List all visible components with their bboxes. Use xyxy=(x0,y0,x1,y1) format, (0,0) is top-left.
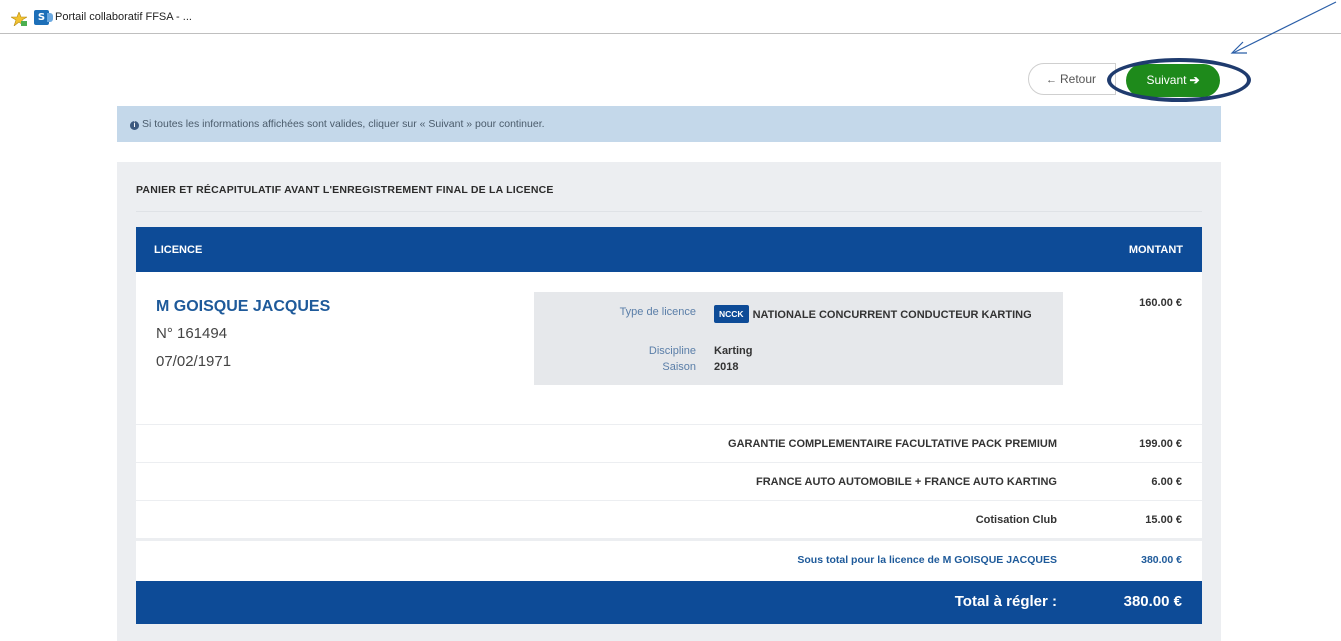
info-alert-text: Si toutes les informations affichées son… xyxy=(142,118,545,130)
retour-button[interactable]: ← Retour xyxy=(1028,63,1116,95)
info-icon: i xyxy=(130,121,139,130)
saison-value: 2018 xyxy=(714,361,739,373)
browser-favorites-bar: S Portail collaboratif FFSA - ... xyxy=(0,0,1341,34)
type-licence-value: NCCK NATIONALE CONCURRENT CONDUCTEUR KART… xyxy=(714,305,1044,323)
licence-type-text: NATIONALE CONCURRENT CONDUCTEUR KARTING xyxy=(752,309,1032,321)
column-header-montant: MONTANT xyxy=(1128,244,1183,256)
retour-label: Retour xyxy=(1060,72,1097,86)
licence-amount: 160.00 € xyxy=(1139,297,1182,309)
panel-title: PANIER ET RÉCAPITULATIF AVANT L'ENREGIST… xyxy=(136,184,554,196)
annotation-highlight-ring xyxy=(1107,58,1251,102)
column-header-licence: LICENCE xyxy=(154,244,203,256)
table-header: LICENCE MONTANT xyxy=(136,227,1202,272)
discipline-label: Discipline xyxy=(648,345,696,357)
licensee-name: M GOISQUE JACQUES xyxy=(156,298,331,315)
line-item-description: GARANTIE COMPLEMENTAIRE FACULTATIVE PACK… xyxy=(728,438,1057,450)
licensee-number: N° 161494 xyxy=(156,325,228,342)
line-item-description: FRANCE AUTO AUTOMOBILE + FRANCE AUTO KAR… xyxy=(756,476,1057,488)
panel-divider xyxy=(136,211,1202,212)
type-licence-label: Type de licence xyxy=(619,306,696,318)
line-item-amount: 6.00 € xyxy=(1151,476,1182,488)
licence-row: M GOISQUE JACQUES N° 161494 07/02/1971 T… xyxy=(136,272,1202,424)
licensee-birthdate: 07/02/1971 xyxy=(156,353,232,370)
licence-details: Type de licence NCCK NATIONALE CONCURRENT… xyxy=(534,292,1063,385)
line-item-row: Cotisation Club 15.00 € xyxy=(136,500,1202,538)
summary-panel: PANIER ET RÉCAPITULATIF AVANT L'ENREGIST… xyxy=(117,162,1221,641)
subtotal-description: Sous total pour la licence de M GOISQUE … xyxy=(797,554,1057,566)
favorites-star-icon[interactable] xyxy=(11,12,27,26)
line-item-row: GARANTIE COMPLEMENTAIRE FACULTATIVE PACK… xyxy=(136,424,1202,462)
line-item-row: FRANCE AUTO AUTOMOBILE + FRANCE AUTO KAR… xyxy=(136,462,1202,500)
info-alert: i Si toutes les informations affichées so… xyxy=(117,106,1221,142)
line-item-amount: 15.00 € xyxy=(1145,514,1182,526)
favorite-link-title[interactable]: Portail collaboratif FFSA - ... xyxy=(55,11,192,23)
total-amount: 380.00 € xyxy=(1123,593,1182,610)
saison-label: Saison xyxy=(662,361,696,373)
subtotal-row: Sous total pour la licence de M GOISQUE … xyxy=(136,540,1202,581)
line-item-description: Cotisation Club xyxy=(975,514,1057,526)
total-bar: Total à régler : 380.00 € xyxy=(136,581,1202,624)
licence-code-badge: NCCK xyxy=(714,305,749,323)
arrow-left-icon: ← xyxy=(1046,74,1057,86)
line-item-amount: 199.00 € xyxy=(1139,438,1182,450)
total-label: Total à régler : xyxy=(954,593,1057,610)
discipline-value: Karting xyxy=(714,345,753,357)
sharepoint-site-icon[interactable]: S xyxy=(34,10,53,25)
subtotal-amount: 380.00 € xyxy=(1141,554,1182,566)
